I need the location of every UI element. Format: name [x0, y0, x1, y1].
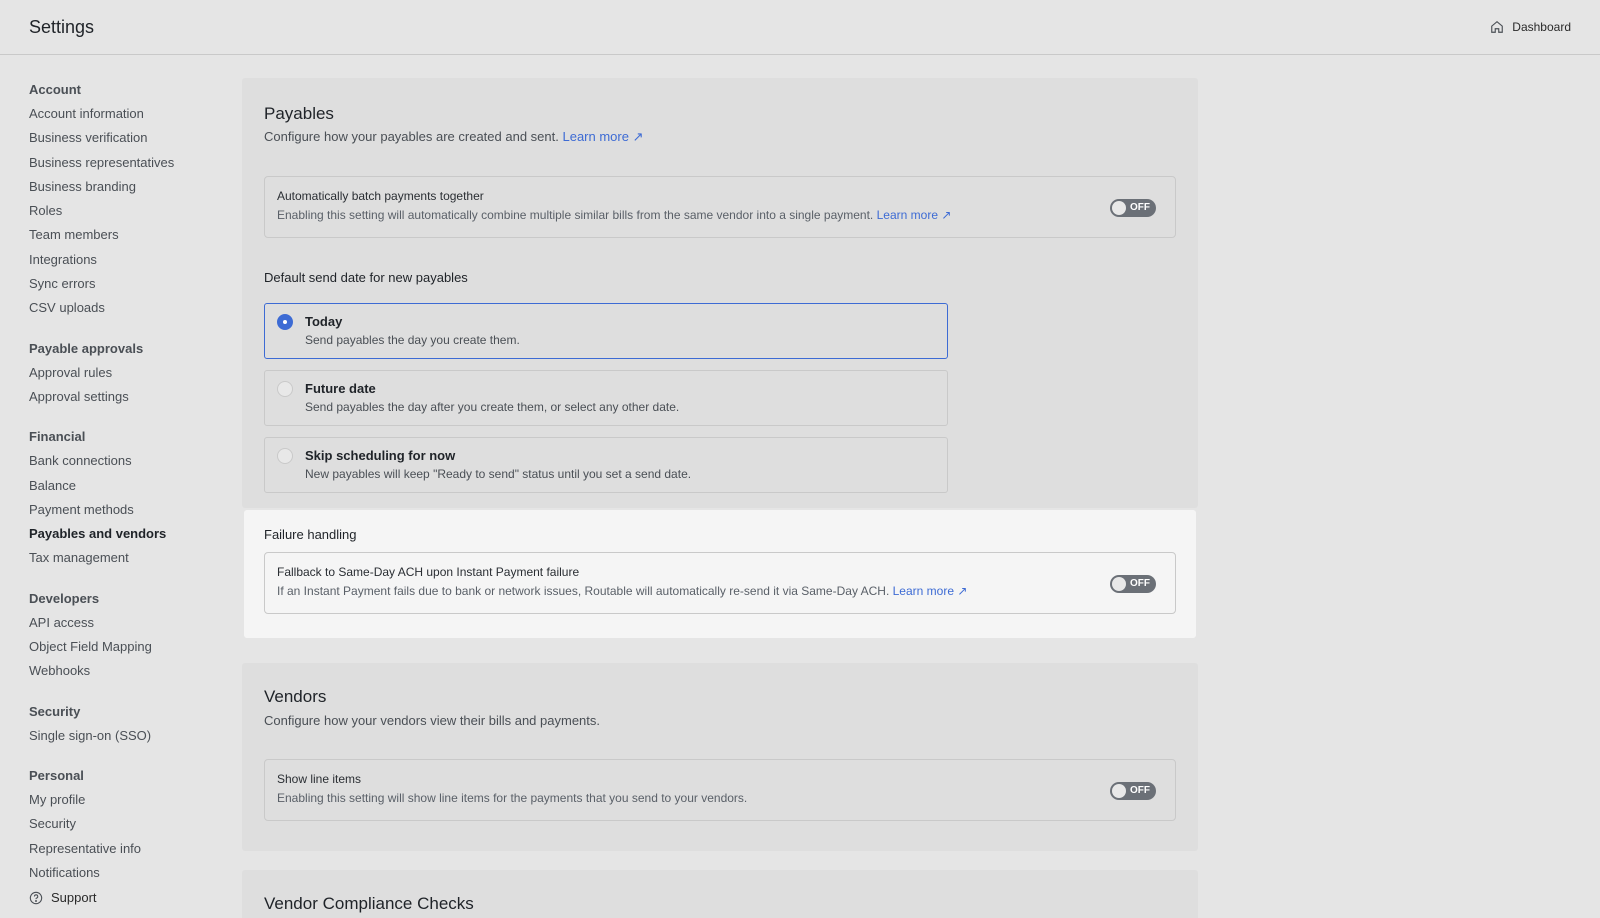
sidebar-item-balance[interactable]: Balance — [29, 474, 229, 498]
failure-handling-section: Failure handling Fallback to Same-Day AC… — [244, 510, 1196, 638]
sidebar-item-sync-errors[interactable]: Sync errors — [29, 272, 229, 296]
sidebar-item-api-access[interactable]: API access — [29, 611, 229, 635]
send-date-option-future-date[interactable]: Future date Send payables the day after … — [264, 370, 948, 426]
page-title: Settings — [29, 16, 95, 37]
toggle-knob — [1112, 577, 1126, 591]
option-description: New payables will keep "Ready to send" s… — [305, 467, 692, 481]
sidebar-item-security[interactable]: Security — [29, 812, 229, 836]
send-date-option-skip-scheduling[interactable]: Skip scheduling for now New payables wil… — [264, 437, 948, 493]
send-date-heading: Default send date for new payables — [264, 270, 468, 285]
radio-button[interactable] — [277, 381, 293, 397]
option-title: Future date — [305, 381, 376, 396]
nav-heading: Security — [29, 703, 81, 719]
payables-description-text: Configure how your payables are created … — [264, 129, 559, 144]
radio-button[interactable] — [277, 314, 293, 330]
payables-title: Payables — [264, 104, 334, 123]
payables-description: Configure how your payables are created … — [264, 129, 643, 145]
batch-payments-toggle[interactable]: OFF — [1110, 199, 1156, 217]
option-title: Skip scheduling for now — [305, 448, 456, 463]
dashboard-label: Dashboard — [1512, 20, 1571, 34]
batch-payments-description-text: Enabling this setting will automatically… — [277, 208, 874, 222]
sidebar-item-object-field-mapping[interactable]: Object Field Mapping — [29, 635, 229, 659]
payables-section: Payables Configure how your payables are… — [242, 78, 1198, 508]
batch-payments-title: Automatically batch payments together — [277, 189, 484, 203]
batch-payments-learn-more-link[interactable]: Learn more ↗ — [877, 208, 952, 222]
sidebar-item-account-information[interactable]: Account information — [29, 102, 229, 126]
sidebar-item-business-branding[interactable]: Business branding — [29, 175, 229, 199]
toggle-knob — [1112, 784, 1126, 798]
vendors-description: Configure how your vendors view their bi… — [264, 713, 601, 728]
option-description: Send payables the day you create them. — [305, 333, 520, 347]
toggle-knob — [1112, 201, 1126, 215]
sidebar-item-team-members[interactable]: Team members — [29, 223, 229, 247]
help-circle-icon — [29, 891, 43, 904]
batch-payments-description: Enabling this setting will automatically… — [277, 208, 1163, 222]
vendor-compliance-section: Vendor Compliance Checks — [242, 870, 1198, 918]
support-link[interactable]: Support — [29, 890, 97, 905]
show-line-items-title: Show line items — [277, 772, 362, 786]
fallback-ach-setting: Fallback to Same-Day ACH upon Instant Pa… — [264, 552, 1176, 614]
payables-learn-more-link[interactable]: Learn more ↗ — [562, 129, 643, 144]
sidebar-item-notifications[interactable]: Notifications — [29, 861, 229, 885]
toggle-state-label: OFF — [1130, 785, 1150, 796]
nav-heading: Personal — [29, 767, 84, 783]
nav-group-personal: Personal My profile Security Representat… — [29, 764, 229, 885]
sidebar-item-csv-uploads[interactable]: CSV uploads — [29, 296, 229, 320]
sidebar-item-sso[interactable]: Single sign-on (SSO) — [29, 724, 229, 748]
toggle-state-label: OFF — [1130, 202, 1150, 213]
sidebar-item-business-representatives[interactable]: Business representatives — [29, 151, 229, 175]
nav-heading: Financial — [29, 429, 86, 445]
fallback-ach-learn-more-link[interactable]: Learn more ↗ — [893, 584, 968, 598]
fallback-ach-title: Fallback to Same-Day ACH upon Instant Pa… — [277, 565, 580, 579]
sidebar-item-integrations[interactable]: Integrations — [29, 248, 229, 272]
sidebar-item-roles[interactable]: Roles — [29, 199, 229, 223]
fallback-ach-toggle[interactable]: OFF — [1110, 575, 1156, 593]
option-description: Send payables the day after you create t… — [305, 400, 680, 414]
sidebar-item-approval-settings[interactable]: Approval settings — [29, 385, 229, 409]
settings-sidebar: Account Account information Business ver… — [29, 78, 229, 901]
nav-heading: Developers — [29, 590, 100, 606]
show-line-items-description: Enabling this setting will show line ite… — [277, 791, 748, 805]
sidebar-item-approval-rules[interactable]: Approval rules — [29, 361, 229, 385]
nav-heading: Account — [29, 82, 81, 97]
show-line-items-toggle[interactable]: OFF — [1110, 782, 1156, 800]
fallback-ach-description-text: If an Instant Payment fails due to bank … — [277, 584, 890, 598]
show-line-items-setting: Show line items Enabling this setting wi… — [264, 759, 1176, 821]
send-date-option-today[interactable]: Today Send payables the day you create t… — [264, 303, 948, 359]
option-title: Today — [305, 314, 343, 329]
nav-group-financial: Financial Bank connections Balance Payme… — [29, 425, 229, 570]
nav-heading: Payable approvals — [29, 340, 144, 356]
fallback-ach-description: If an Instant Payment fails due to bank … — [277, 584, 1163, 598]
radio-button[interactable] — [277, 448, 293, 464]
sidebar-item-webhooks[interactable]: Webhooks — [29, 659, 229, 683]
vendors-title: Vendors — [264, 687, 327, 706]
failure-handling-heading: Failure handling — [264, 527, 357, 542]
batch-payments-setting: Automatically batch payments together En… — [264, 176, 1176, 238]
support-label: Support — [51, 890, 97, 905]
vendor-compliance-title: Vendor Compliance Checks — [264, 894, 474, 913]
toggle-state-label: OFF — [1130, 578, 1150, 589]
nav-group-security: Security Single sign-on (SSO) — [29, 700, 229, 748]
home-icon — [1491, 21, 1504, 33]
sidebar-item-payables-and-vendors[interactable]: Payables and vendors — [29, 522, 229, 546]
nav-group-account: Account Account information Business ver… — [29, 78, 229, 321]
dashboard-link[interactable]: Dashboard — [1490, 20, 1571, 34]
nav-group-developers: Developers API access Object Field Mappi… — [29, 587, 229, 684]
sidebar-item-my-profile[interactable]: My profile — [29, 788, 229, 812]
sidebar-item-tax-management[interactable]: Tax management — [29, 546, 229, 570]
top-bar: Settings Dashboard — [0, 0, 1600, 55]
sidebar-item-bank-connections[interactable]: Bank connections — [29, 449, 229, 473]
sidebar-item-payment-methods[interactable]: Payment methods — [29, 498, 229, 522]
sidebar-item-business-verification[interactable]: Business verification — [29, 126, 229, 150]
sidebar-item-representative-info[interactable]: Representative info — [29, 837, 229, 861]
nav-group-payable-approvals: Payable approvals Approval rules Approva… — [29, 337, 229, 410]
vendors-section: Vendors Configure how your vendors view … — [242, 663, 1198, 851]
